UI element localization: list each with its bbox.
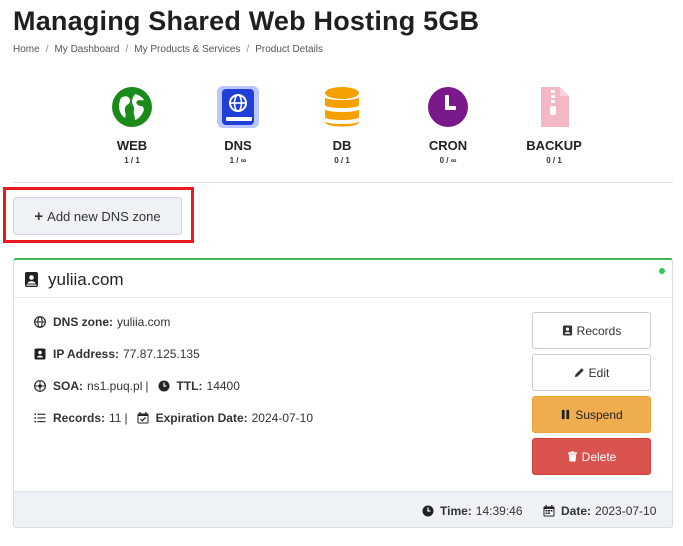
soa-label: SOA: bbox=[53, 379, 83, 393]
footer-time: Time: 14:39:46 bbox=[422, 504, 523, 518]
address-book-icon bbox=[562, 325, 572, 336]
dns-zone-value: yuliia.com bbox=[117, 315, 171, 329]
service-backup[interactable]: BACKUP 0 / 1 bbox=[514, 86, 594, 165]
separator: | bbox=[124, 411, 128, 425]
list-icon bbox=[34, 413, 46, 423]
breadcrumb-home[interactable]: Home bbox=[13, 44, 40, 55]
service-count: 0 / 1 bbox=[546, 156, 562, 165]
date-label: Date: bbox=[561, 504, 592, 518]
breadcrumb: Home / My Dashboard / My Products & Services… bbox=[13, 44, 324, 55]
dns-zone-label: DNS zone: bbox=[53, 315, 113, 329]
dns-book-icon bbox=[217, 86, 259, 128]
soa-value: ns1.puq.pl bbox=[87, 379, 143, 393]
zone-title: yuliia.com bbox=[48, 270, 124, 289]
clock-icon bbox=[158, 380, 170, 392]
dns-zone-card: yuliia.com DNS zone: yuliia.com IP Addre… bbox=[13, 258, 673, 528]
zone-card-header: yuliia.com bbox=[14, 260, 672, 298]
status-indicator bbox=[659, 268, 665, 274]
records-expiration-row: Records: 11 | Expiration Date: 2024-07-1… bbox=[34, 411, 313, 425]
soa-ttl-row: SOA: ns1.puq.pl | TTL: 14400 bbox=[34, 379, 240, 393]
plus-icon: + bbox=[34, 207, 44, 225]
pause-icon bbox=[562, 409, 570, 420]
add-dns-zone-label: Add new DNS zone bbox=[47, 208, 161, 224]
ip-address-row: IP Address: 77.87.125.135 bbox=[34, 347, 200, 361]
add-dns-zone-button[interactable]: + Add new DNS zone bbox=[13, 197, 182, 235]
address-card-icon bbox=[34, 348, 46, 360]
service-db[interactable]: DB 0 / 1 bbox=[302, 86, 382, 165]
address-book-icon bbox=[25, 272, 38, 287]
service-count: 1 / ∞ bbox=[229, 156, 247, 165]
suspend-button[interactable]: Suspend bbox=[532, 396, 651, 433]
delete-button-label: Delete bbox=[581, 449, 617, 464]
clock-icon bbox=[428, 87, 468, 127]
separator: | bbox=[145, 379, 149, 393]
ip-address-label: IP Address: bbox=[53, 347, 120, 361]
service-label: DB bbox=[332, 138, 352, 153]
service-count: 0 / ∞ bbox=[439, 156, 457, 165]
records-label: Records: bbox=[53, 411, 106, 425]
network-icon bbox=[34, 380, 46, 392]
expiration-value: 2024-07-10 bbox=[251, 411, 314, 425]
breadcrumb-current: Product Details bbox=[255, 44, 324, 55]
delete-button[interactable]: Delete bbox=[532, 438, 651, 475]
ip-address-value: 77.87.125.135 bbox=[123, 347, 200, 361]
database-icon bbox=[325, 87, 359, 127]
calendar-icon bbox=[543, 505, 555, 517]
globe-icon bbox=[34, 316, 46, 328]
service-dns[interactable]: DNS 1 / ∞ bbox=[198, 86, 278, 165]
footer-date: Date: 2023-07-10 bbox=[543, 504, 656, 518]
calendar-check-icon bbox=[137, 412, 149, 424]
records-button[interactable]: Records bbox=[532, 312, 651, 349]
ttl-label: TTL: bbox=[176, 379, 203, 393]
service-count: 1 / 1 bbox=[124, 156, 140, 165]
service-web[interactable]: WEB 1 / 1 bbox=[92, 86, 172, 165]
service-label: WEB bbox=[116, 138, 148, 153]
breadcrumb-dashboard[interactable]: My Dashboard bbox=[54, 44, 119, 55]
breadcrumb-products[interactable]: My Products & Services bbox=[134, 44, 240, 55]
clock-icon bbox=[422, 505, 434, 517]
edit-button[interactable]: Edit bbox=[532, 354, 651, 391]
expiration-label: Expiration Date: bbox=[155, 411, 248, 425]
records-button-label: Records bbox=[576, 323, 622, 338]
zip-file-icon bbox=[541, 87, 569, 127]
service-label: CRON bbox=[428, 138, 468, 153]
trash-icon bbox=[567, 451, 577, 462]
ttl-value: 14400 bbox=[206, 379, 240, 393]
service-cron[interactable]: CRON 0 / ∞ bbox=[408, 86, 488, 165]
time-label: Time: bbox=[440, 504, 472, 518]
pencil-icon bbox=[574, 368, 584, 378]
zone-card-footer: Time: 14:39:46 Date: 2023-07-10 bbox=[14, 491, 672, 527]
dns-zone-row: DNS zone: yuliia.com bbox=[34, 315, 170, 329]
page-title: Managing Shared Web Hosting 5GB bbox=[13, 6, 480, 36]
section-divider bbox=[13, 182, 673, 183]
date-value: 2023-07-10 bbox=[595, 504, 657, 518]
service-tiles: WEB 1 / 1 DNS 1 / ∞ DB 0 / 1 CRON 0 / ∞ … bbox=[0, 86, 683, 184]
records-value: 11 bbox=[109, 411, 122, 425]
service-label: DNS bbox=[224, 138, 252, 153]
time-value: 14:39:46 bbox=[475, 504, 523, 518]
suspend-button-label: Suspend bbox=[575, 407, 623, 422]
service-count: 0 / 1 bbox=[334, 156, 350, 165]
service-label: BACKUP bbox=[526, 138, 582, 153]
globe-icon bbox=[112, 87, 152, 127]
edit-button-label: Edit bbox=[588, 365, 610, 380]
